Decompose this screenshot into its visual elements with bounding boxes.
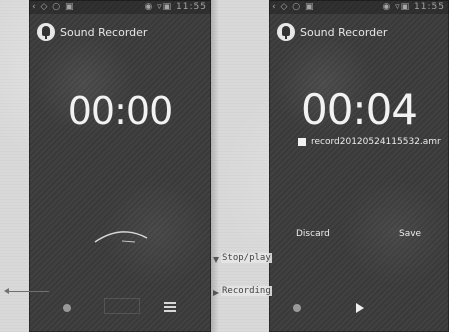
right-status-icons: ‹ ◇ ○ ▣ xyxy=(272,2,315,12)
left-status-right-icons: ◉ ▿▣ 11:55 xyxy=(144,2,207,12)
app-title: Sound Recorder xyxy=(60,25,148,39)
right-status-bar: ‹ ◇ ○ ▣ ◉ ▿▣ 11:55 xyxy=(269,0,449,14)
play-icon[interactable] xyxy=(356,303,364,313)
recorded-file-name: record20120524115532.amr xyxy=(311,137,441,147)
stop-play-annotation: Stop/play xyxy=(221,253,272,263)
record-button-dot-icon[interactable] xyxy=(63,304,71,312)
left-arrow-icon xyxy=(4,288,49,294)
left-bottom-controls xyxy=(29,290,211,332)
page-gap-shadow xyxy=(211,0,219,332)
discard-button[interactable]: Discard xyxy=(296,229,330,239)
stop-button[interactable] xyxy=(104,298,140,314)
record-button-dot-icon[interactable] xyxy=(293,304,301,312)
file-icon xyxy=(298,138,306,146)
left-app-bar: Sound Recorder xyxy=(29,18,211,46)
microphone-icon xyxy=(37,23,55,41)
recorded-file-row: record20120524115532.amr xyxy=(298,137,441,147)
recording-timer: 00:04 xyxy=(300,85,418,134)
recording-timer: 00:00 xyxy=(67,89,174,133)
sound-level-arc xyxy=(94,231,148,243)
right-bottom-controls xyxy=(269,290,449,332)
app-title: Sound Recorder xyxy=(300,25,388,39)
recording-arrow-icon xyxy=(213,290,219,296)
stop-play-arrow-icon xyxy=(213,257,219,263)
save-button[interactable]: Save xyxy=(399,229,421,239)
right-status-right-icons: ◉ ▿▣ 11:55 xyxy=(382,2,445,12)
right-app-bar: Sound Recorder xyxy=(269,18,449,46)
microphone-icon xyxy=(277,23,295,41)
left-phone-screen: ‹ ◇ ○ ▣ ◉ ▿▣ 11:55 Sound Recorder 00:00 xyxy=(29,0,211,332)
recording-annotation: Recording xyxy=(221,286,272,296)
left-status-icons: ‹ ◇ ○ ▣ xyxy=(32,2,75,12)
left-status-bar: ‹ ◇ ○ ▣ ◉ ▿▣ 11:55 xyxy=(29,0,211,14)
list-icon[interactable] xyxy=(164,302,176,312)
right-phone-screen: ‹ ◇ ○ ▣ ◉ ▿▣ 11:55 Sound Recorder 00:04 … xyxy=(269,0,449,332)
